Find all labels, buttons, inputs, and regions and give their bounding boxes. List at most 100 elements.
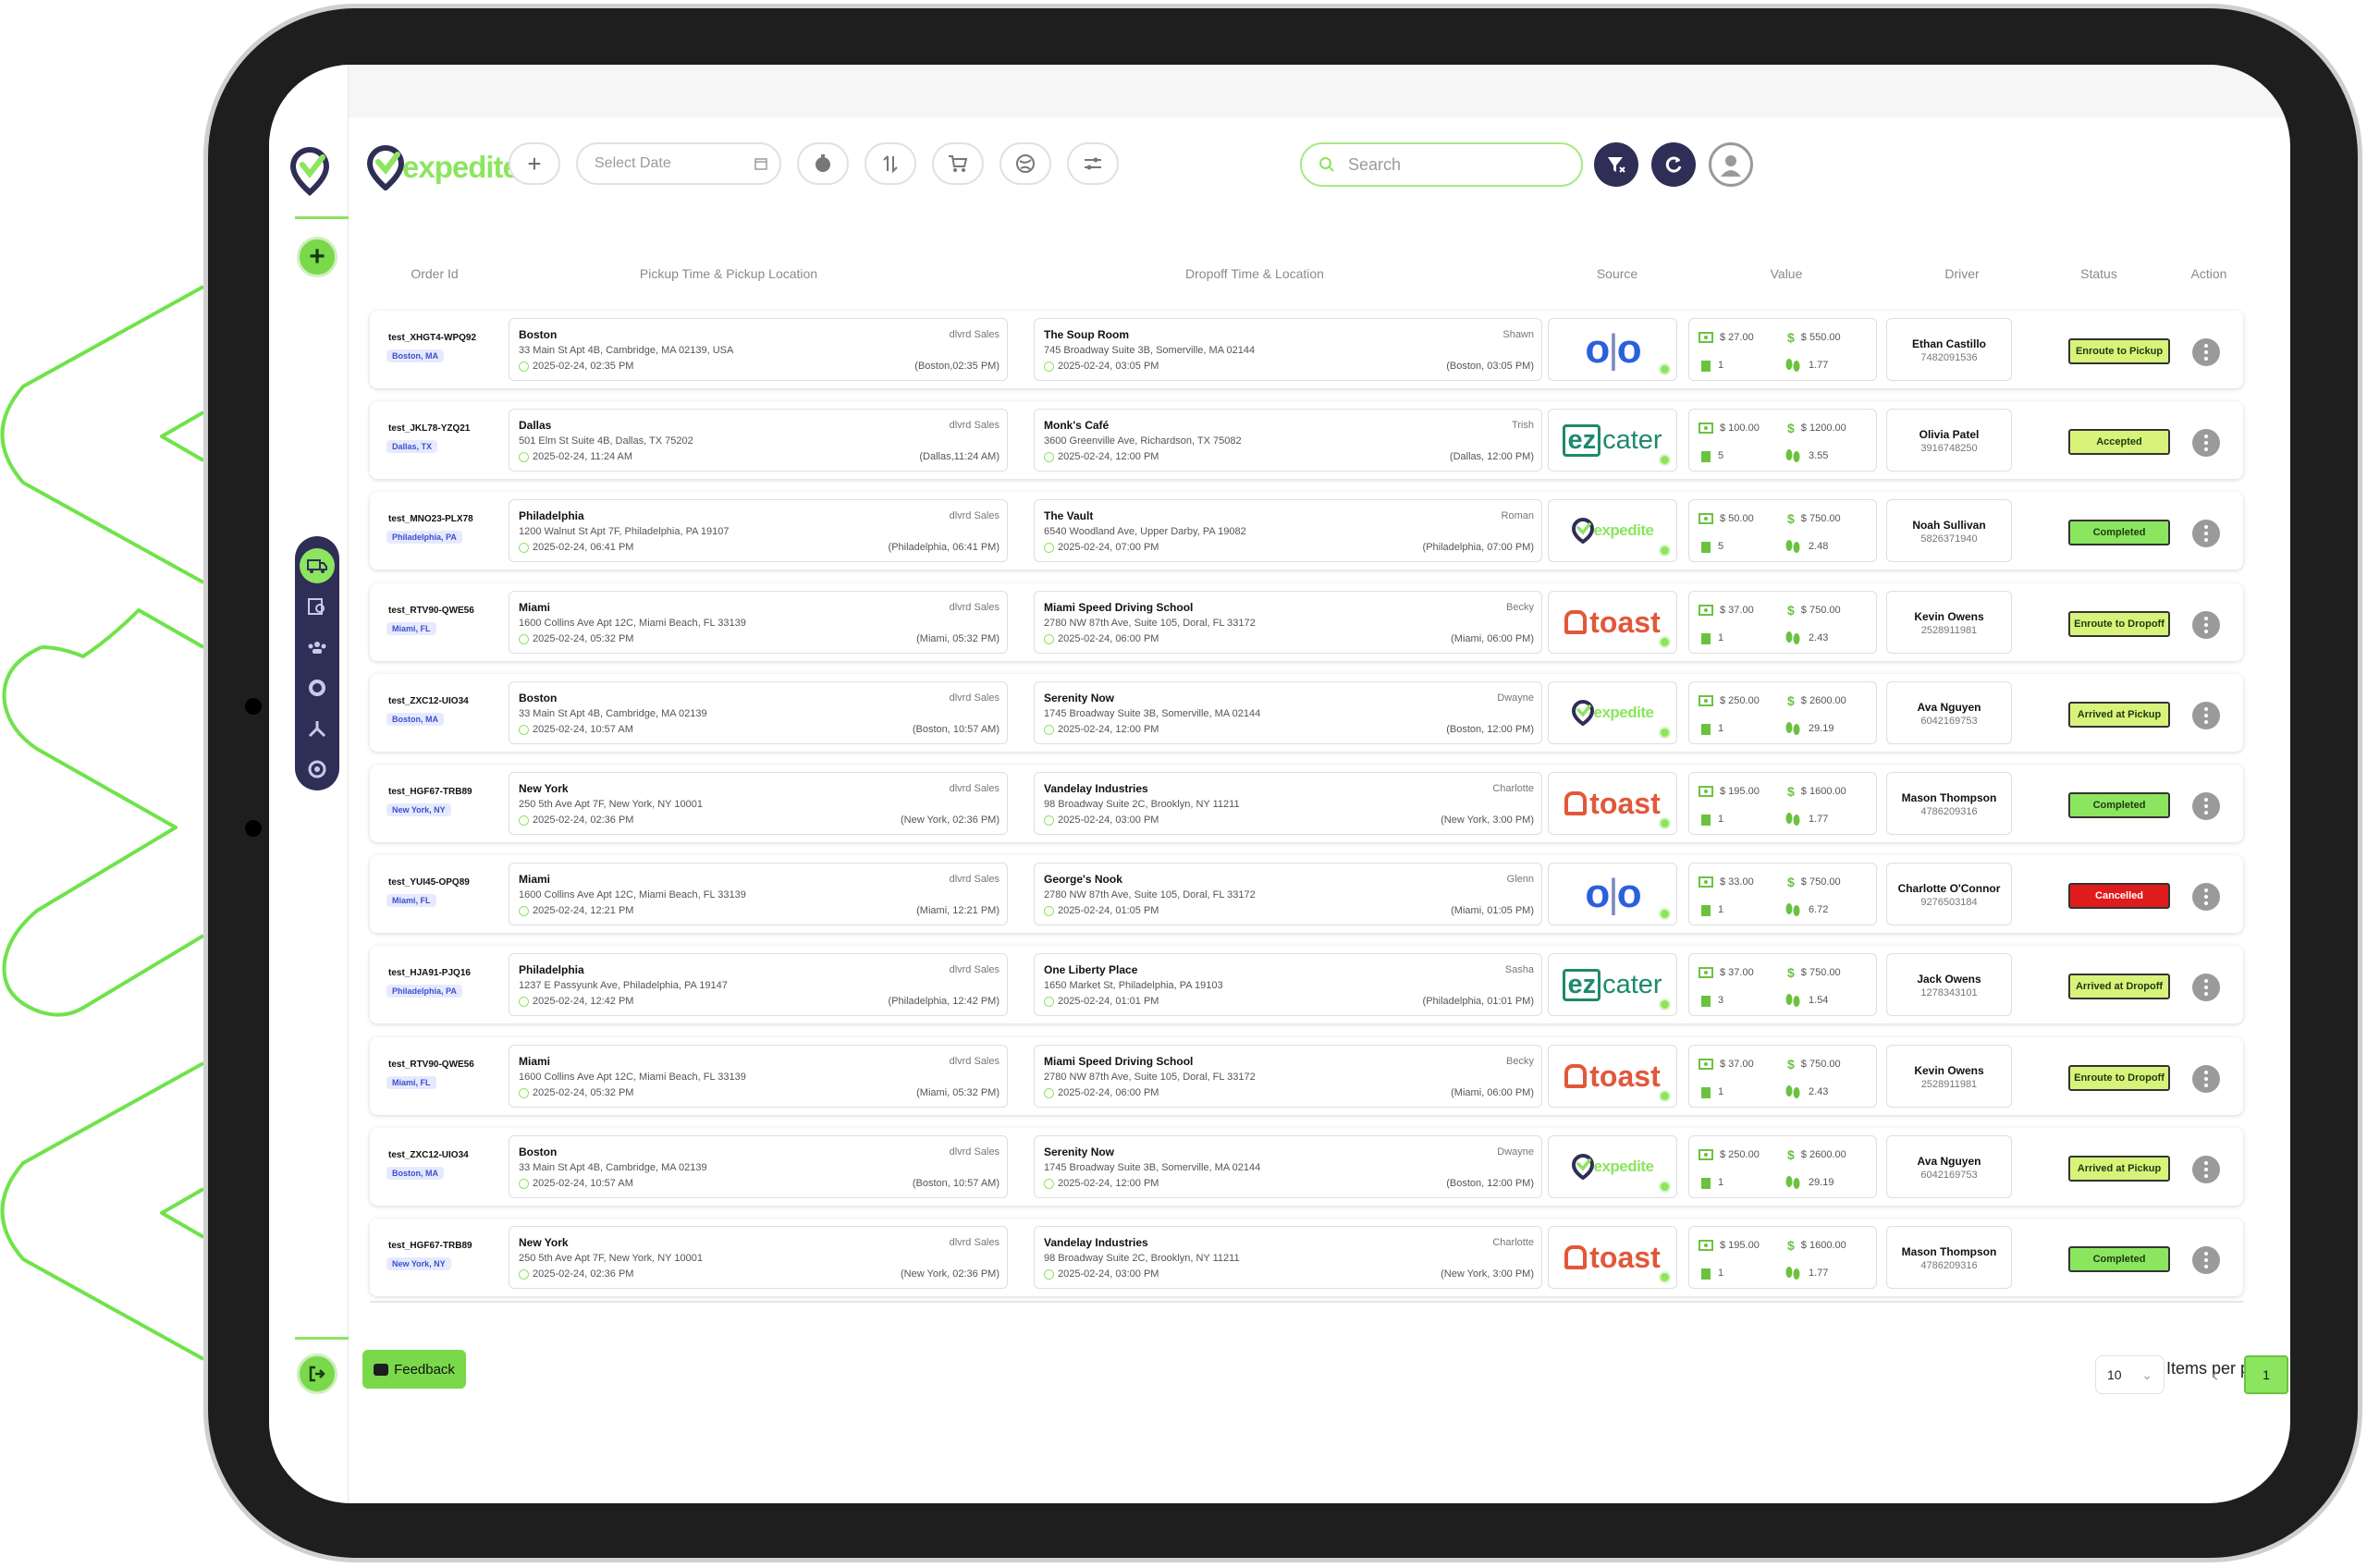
table-row[interactable]: test_XHGT4-WPQ92 Boston, MA Boston dlvrd Sa…: [370, 311, 2243, 388]
row-actions-button[interactable]: [2192, 702, 2220, 729]
bag-icon: [1701, 1268, 1711, 1280]
cart-icon: [949, 155, 968, 172]
order-value: $ 250.00: [1699, 1149, 1760, 1160]
kebab-icon: [2204, 344, 2208, 348]
row-actions-button[interactable]: [2192, 520, 2220, 547]
kebab-icon: [2204, 1161, 2208, 1165]
pickup-city: Miami: [519, 1055, 551, 1068]
row-actions-button[interactable]: [2192, 974, 2220, 1001]
row-actions-button[interactable]: [2192, 792, 2220, 820]
pickup-time: 2025-02-24, 02:36 PM: [519, 1268, 633, 1280]
add-order-button[interactable]: +: [509, 142, 560, 185]
dropoff-contact: Dwayne: [1497, 692, 1534, 704]
marketing-stage: + expedite + Select Date Search Order Id…: [0, 0, 2367, 1568]
source-badge-icon: [1659, 636, 1671, 648]
items-per-page-select[interactable]: 10 ⌄: [2095, 1355, 2165, 1394]
dropoff-name: The Vault: [1044, 509, 1094, 522]
order-id: test_HGF67-TRB89: [388, 787, 472, 797]
pickup-address: 33 Main St Apt 4B, Cambridge, MA 02139: [519, 1162, 707, 1173]
row-actions-button[interactable]: [2192, 1065, 2220, 1093]
driver-cell: Ava Nguyen 6042169753: [1886, 1135, 2012, 1198]
timer-filter-button[interactable]: [797, 142, 849, 185]
sidebar-item-settings[interactable]: [295, 668, 339, 708]
value-cell: $ 50.00 $ $ 750.00 5 2.48: [1688, 499, 1877, 562]
source-cell: toast: [1548, 772, 1677, 835]
sidebar-item-orders[interactable]: [295, 545, 339, 586]
table-row[interactable]: test_JKL78-YZQ21 Dallas, TX Dallas dlvrd Sa…: [370, 401, 2243, 479]
item-count: 5: [1700, 448, 1723, 463]
clock-icon: [519, 451, 529, 462]
row-actions-button[interactable]: [2192, 1156, 2220, 1183]
dropoff-name: Miami Speed Driving School: [1044, 601, 1194, 614]
row-actions-button[interactable]: [2192, 883, 2220, 911]
table-row[interactable]: test_MNO23-PLX78 Philadelphia, PA Philadel…: [370, 492, 2243, 570]
tip-value: $ $ 2600.00: [1787, 693, 1846, 708]
sidebar-item-help[interactable]: [295, 749, 339, 790]
search-input[interactable]: [1348, 154, 1533, 175]
table-row[interactable]: test_ZXC12-UIO34 Boston, MA Boston dlvrd Sa…: [370, 674, 2243, 752]
source-cell: expedite: [1548, 681, 1677, 744]
pickup-time: 2025-02-24, 11:24 AM: [519, 451, 632, 462]
source-cell: ez cater: [1548, 953, 1677, 1016]
dropoff-local-time: (Boston, 03:05 PM): [1446, 361, 1534, 372]
pickup-time: 2025-02-24, 12:21 PM: [519, 905, 633, 916]
pickup-time: 2025-02-24, 02:36 PM: [519, 815, 633, 826]
row-actions-button[interactable]: [2192, 429, 2220, 457]
pickup-time: 2025-02-24, 10:57 AM: [519, 724, 633, 735]
refresh-button[interactable]: [1651, 142, 1696, 187]
table-row[interactable]: test_YUI45-OPQ89 Miami, FL Miami dlvrd Sale…: [370, 855, 2243, 933]
filter-options-button[interactable]: [1067, 142, 1119, 185]
city-tag: Miami, FL: [386, 622, 436, 635]
user-avatar[interactable]: [1709, 142, 1753, 187]
driver-phone: 3916748250: [1920, 443, 1978, 454]
globe-icon: [1016, 154, 1035, 173]
value-cell: $ 37.00 $ $ 750.00 1 2.43: [1688, 1045, 1877, 1108]
sidebar-add-button[interactable]: +: [297, 237, 337, 277]
pickup-local-time: (New York, 02:36 PM): [901, 1268, 1000, 1280]
source-cell: toast: [1548, 591, 1677, 654]
date-picker[interactable]: [576, 142, 781, 185]
table-row[interactable]: test_HJA91-PJQ16 Philadelphia, PA Philadel…: [370, 946, 2243, 1023]
table-bottom-divider: [370, 1301, 2243, 1303]
logout-button[interactable]: [297, 1354, 337, 1394]
sort-button[interactable]: [865, 142, 916, 185]
cart-filter-button[interactable]: [932, 142, 984, 185]
dropoff-local-time: (Boston, 12:00 PM): [1446, 724, 1534, 735]
driver-name: Noah Sullivan: [1912, 519, 1986, 532]
driver-cell: Jack Owens 1278343101: [1886, 953, 2012, 1016]
dropoff-time: 2025-02-24, 06:00 PM: [1044, 1087, 1159, 1098]
dropoff-cell: The Soup Room Shawn 745 Broadway Suite 3B,…: [1034, 318, 1542, 381]
table-row[interactable]: test_RTV90-QWE56 Miami, FL Miami dlvrd Sale…: [370, 583, 2243, 661]
table-row[interactable]: test_HGF67-TRB89 New York, NY New York dlvr…: [370, 765, 2243, 842]
sliders-icon: [1085, 157, 1101, 170]
sidebar-item-team[interactable]: [295, 627, 339, 668]
pickup-time: 2025-02-24, 10:57 AM: [519, 1178, 633, 1189]
table-row[interactable]: test_HGF67-TRB89 New York, NY New York dlvr…: [370, 1219, 2243, 1296]
sidebar-item-reports[interactable]: [295, 586, 339, 627]
clear-filter-button[interactable]: [1594, 142, 1638, 187]
dollar-icon: $: [1787, 421, 1795, 435]
tip-value: $ $ 2600.00: [1787, 1147, 1846, 1162]
globe-filter-button[interactable]: [1000, 142, 1051, 185]
toast-logo: toast: [1564, 789, 1661, 818]
clock-icon: [1044, 1268, 1054, 1280]
table-row[interactable]: test_ZXC12-UIO34 Boston, MA Boston dlvrd Sa…: [370, 1128, 2243, 1206]
search-box[interactable]: [1300, 142, 1583, 187]
pickup-city: Philadelphia: [519, 509, 584, 522]
dropoff-local-time: (Miami, 06:00 PM): [1451, 1087, 1534, 1098]
table-row[interactable]: test_RTV90-QWE56 Miami, FL Miami dlvrd Sale…: [370, 1037, 2243, 1115]
row-actions-button[interactable]: [2192, 1246, 2220, 1274]
driver-name: Ava Nguyen: [1917, 701, 1981, 714]
order-id: test_XHGT4-WPQ92: [388, 333, 477, 343]
row-actions-button[interactable]: [2192, 611, 2220, 639]
dropoff-time: 2025-02-24, 07:00 PM: [1044, 542, 1159, 553]
prev-page-button[interactable]: ‹: [2212, 1363, 2218, 1387]
sidebar-item-routes[interactable]: [295, 708, 339, 749]
page-button-current[interactable]: 1: [2244, 1355, 2288, 1394]
feedback-button[interactable]: Feedback: [362, 1350, 466, 1389]
tip-value: $ $ 750.00: [1787, 603, 1841, 618]
order-value: $ 33.00: [1699, 876, 1754, 888]
cash-icon: [1699, 967, 1713, 978]
row-actions-button[interactable]: [2192, 338, 2220, 366]
date-input[interactable]: [595, 155, 742, 172]
